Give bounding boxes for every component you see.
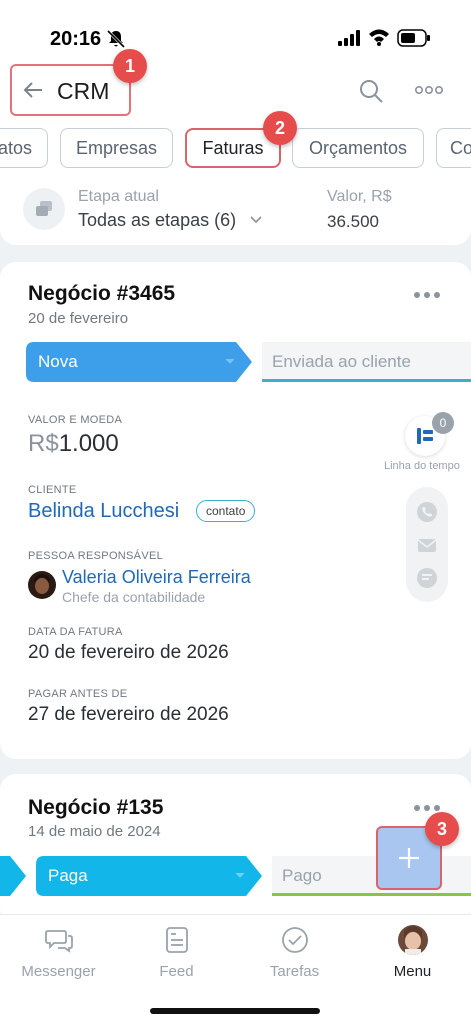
responsible-link[interactable]: Valeria Oliveira Ferreira: [62, 567, 251, 588]
deal-date: 20 de fevereiro: [28, 310, 129, 327]
cellular-signal-icon: [338, 30, 360, 46]
contact-tag: contato: [196, 500, 256, 522]
tasks-icon: [281, 927, 308, 953]
mail-icon[interactable]: [417, 535, 437, 555]
client-link[interactable]: Belinda Lucchesi: [28, 500, 179, 523]
step-badge-1: 1: [113, 49, 147, 83]
nav-feed[interactable]: Feed: [118, 925, 235, 980]
back-button[interactable]: CRM: [10, 64, 131, 116]
next-stage-underline: [262, 379, 471, 382]
more-options-icon[interactable]: [414, 82, 444, 98]
nav-messenger[interactable]: Messenger: [0, 925, 117, 980]
invoice-date: 20 de fevereiro de 2026: [28, 642, 229, 663]
next-stage-underline: [272, 893, 471, 896]
current-stage-pill[interactable]: Paga: [36, 856, 88, 896]
amount-label: VALOR E MOEDA: [28, 414, 123, 426]
stage-filter-dropdown[interactable]: Todas as etapas (6): [78, 210, 236, 231]
step-badge-2: 2: [263, 111, 297, 145]
card-more-icon[interactable]: [412, 290, 442, 300]
deal-title: Negócio #3465: [28, 282, 176, 305]
search-icon[interactable]: [358, 78, 384, 104]
invoice-date-label: DATA DA FATURA: [28, 626, 123, 638]
previous-stage-arrow: [0, 856, 26, 896]
chat-icon[interactable]: [417, 568, 437, 588]
arrow-left-icon: [23, 82, 42, 98]
feed-icon: [165, 927, 188, 953]
tab-next[interactable]: Co: [436, 128, 471, 168]
tab-empresas[interactable]: Empresas: [60, 128, 173, 168]
battery-icon: [397, 29, 430, 47]
plus-icon: [399, 848, 419, 868]
chevron-down-icon[interactable]: [249, 215, 263, 225]
status-bar: 20:16: [0, 24, 471, 54]
nav-tarefas[interactable]: Tarefas: [236, 925, 353, 980]
tab-contatos[interactable]: atos: [0, 128, 48, 168]
nav-label: Tarefas: [269, 963, 320, 980]
client-label: CLIENTE: [28, 484, 77, 496]
deal-card[interactable]: Negócio #3465 20 de fevereiro Nova Envia…: [0, 262, 471, 759]
muted-bell-icon: [106, 29, 126, 49]
deal-date: 14 de maio de 2024: [28, 823, 161, 840]
status-time: 20:16: [50, 28, 102, 50]
page-title: CRM: [57, 78, 110, 104]
step-badge-3: 3: [425, 812, 459, 846]
timeline-icon: [417, 428, 433, 444]
currency-symbol: R$: [28, 430, 59, 457]
current-stage-pill[interactable]: Nova: [26, 342, 78, 382]
responsible-label: PESSOA RESPONSÁVEL: [28, 550, 164, 562]
amount-value: 1.000: [58, 430, 119, 457]
communication-bar: [406, 487, 448, 602]
phone-icon[interactable]: [417, 502, 437, 522]
summary-row: Etapa atual Todas as etapas (6) Valor, R…: [0, 184, 471, 236]
home-indicator: [150, 1008, 320, 1014]
nav-label: Messenger: [21, 963, 96, 980]
value-amount: 36.500: [327, 212, 379, 231]
next-stage-pill[interactable]: Enviada ao cliente: [262, 342, 471, 382]
responsible-role: Chefe da contabilidade: [62, 589, 206, 605]
nav-menu[interactable]: Menu: [354, 925, 471, 980]
messenger-icon: [44, 930, 73, 953]
due-date-label: PAGAR ANTES DE: [28, 688, 128, 700]
entity-tabs: atos Empresas Faturas Orçamentos Co 2: [0, 111, 471, 168]
top-nav: CRM 1: [0, 49, 471, 118]
timeline-label: Linha do tempo: [384, 460, 460, 472]
avatar: [28, 571, 56, 599]
value-label: Valor, R$: [327, 188, 392, 205]
header-panel: 20:16 CRM 1 atos Empresas Faturas Orçame…: [0, 0, 471, 245]
deal-amount: R$1.000: [28, 430, 119, 458]
stage-label: Etapa atual: [78, 188, 159, 205]
due-date: 27 de fevereiro de 2026: [28, 704, 229, 725]
stage-icon: [23, 188, 65, 230]
tab-orcamentos[interactable]: Orçamentos: [292, 128, 424, 168]
avatar: [397, 925, 428, 955]
wifi-icon: [369, 29, 389, 46]
timeline-count-badge: 0: [432, 412, 454, 434]
deal-title: Negócio #135: [28, 796, 164, 819]
nav-label: Feed: [159, 963, 194, 980]
nav-label: Menu: [393, 963, 432, 980]
